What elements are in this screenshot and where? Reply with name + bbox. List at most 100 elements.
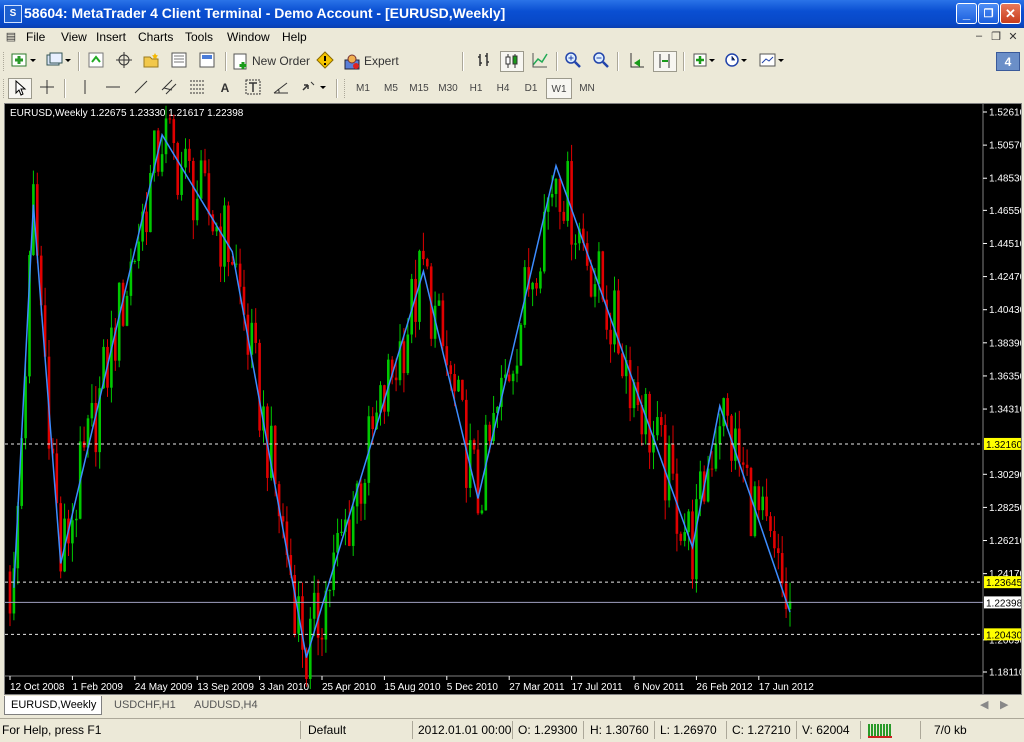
cursor-icon[interactable] (8, 78, 32, 99)
candle-body (437, 300, 441, 306)
status-divider (583, 721, 584, 739)
mdi-close-icon[interactable]: ✕ (1006, 30, 1020, 44)
zoom-in-icon[interactable] (562, 51, 584, 72)
menu-file[interactable]: File (26, 30, 45, 44)
candle-body (687, 511, 690, 533)
candle-body (340, 531, 343, 534)
menu-tools[interactable]: Tools (185, 30, 213, 44)
new-chart-icon[interactable] (8, 51, 38, 72)
timeframe-h1[interactable]: H1 (463, 78, 489, 99)
mdi-restore-icon[interactable]: ❐ (989, 30, 1003, 44)
y-tick-label: 1.30290 (989, 470, 1021, 481)
document-icon[interactable]: ▤ (4, 30, 18, 44)
arrows-icon[interactable] (298, 78, 328, 99)
chart-window[interactable]: EURUSD,Weekly 1.22675 1.23330 1.21617 1.… (4, 103, 1022, 695)
timeframe-w1[interactable]: W1 (546, 78, 572, 99)
candle-body (188, 148, 191, 161)
candle-body (667, 443, 671, 501)
tab-scroll-left-icon[interactable]: ◀ (980, 696, 994, 715)
maximize-button[interactable]: ❐ (978, 3, 999, 24)
candle-body (176, 143, 179, 195)
candle-body (293, 575, 296, 634)
candle-body (515, 365, 519, 374)
zoom-out-icon[interactable] (590, 51, 612, 72)
x-tick-label: 1 Feb 2009 (72, 682, 123, 693)
alert-icon[interactable] (314, 51, 336, 72)
menu-insert[interactable]: Insert (96, 30, 126, 44)
equidistant-channel-icon[interactable] (158, 78, 180, 99)
timeframe-m30[interactable]: M30 (434, 78, 462, 99)
timeframe-mn[interactable]: MN (574, 78, 600, 99)
candle-body (699, 471, 702, 500)
timeframe-h4[interactable]: H4 (490, 78, 516, 99)
templates-icon[interactable] (756, 51, 786, 72)
candle-body (550, 193, 554, 198)
status-divider (654, 721, 655, 739)
periods-icon[interactable] (722, 51, 750, 72)
text-tool-icon[interactable]: A (214, 78, 236, 99)
timeframe-m5[interactable]: M5 (378, 78, 404, 99)
candle-body (75, 518, 78, 521)
terminal-icon[interactable] (168, 51, 190, 72)
toolbar-separator (683, 52, 685, 71)
candle-body (184, 148, 187, 168)
chart-shift-icon[interactable] (653, 51, 677, 72)
toolbar-separator (556, 52, 558, 71)
price-chart[interactable]: EURUSD,Weekly 1.22675 1.23330 1.21617 1.… (5, 104, 1021, 694)
tab-scroll-right-icon[interactable]: ▶ (1000, 696, 1014, 715)
timeframe-d1[interactable]: D1 (518, 78, 544, 99)
candle-body (597, 251, 601, 285)
fibonacci-icon[interactable] (186, 78, 208, 99)
candle-body (480, 510, 484, 514)
trendline-icon[interactable] (130, 78, 152, 99)
candle-body (71, 520, 74, 544)
gann-icon[interactable] (270, 78, 292, 99)
vertical-line-icon[interactable] (74, 78, 96, 99)
auto-scroll-icon[interactable] (626, 51, 648, 72)
crosshair-tool-icon[interactable] (36, 78, 58, 99)
toolbar-grip (344, 79, 348, 98)
text-label-icon[interactable] (242, 78, 264, 99)
timeframe-m15[interactable]: M15 (405, 78, 433, 99)
candlestick-chart-icon[interactable] (500, 51, 524, 72)
price-tag-label: 1.22398 (986, 598, 1021, 609)
new-order-button[interactable]: New Order (232, 51, 310, 72)
badge-count[interactable]: 4 (996, 52, 1020, 71)
horizontal-line-icon[interactable] (102, 78, 124, 99)
window-titlebar: S 58604: MetaTrader 4 Client Terminal - … (0, 0, 1024, 28)
close-button[interactable]: ✕ (1000, 3, 1021, 24)
tab-eurusd-weekly[interactable]: EURUSD,Weekly (4, 696, 102, 715)
tab-usdchf-h1[interactable]: USDCHF,H1 (108, 696, 184, 715)
timeframe-m1[interactable]: M1 (350, 78, 376, 99)
status-open: O: 1.29300 (518, 723, 578, 737)
indicators-icon[interactable] (690, 51, 718, 72)
candle-body (145, 211, 148, 233)
menu-charts[interactable]: Charts (138, 30, 173, 44)
status-profile: Default (308, 723, 347, 737)
bar-chart-icon[interactable] (473, 51, 495, 72)
menu-help[interactable]: Help (282, 30, 307, 44)
line-chart-icon[interactable] (529, 51, 551, 72)
menu-window[interactable]: Window (227, 30, 270, 44)
candle-body (363, 482, 367, 504)
tester-icon[interactable] (196, 51, 218, 72)
candle-body (133, 260, 137, 262)
candle-body (593, 284, 597, 297)
mdi-minimize-icon[interactable]: – (972, 30, 986, 44)
candle-body (449, 365, 452, 375)
minimize-button[interactable]: _ (956, 3, 977, 24)
menu-view[interactable]: View (61, 30, 87, 44)
candle-body (472, 440, 476, 450)
candle-body (160, 154, 164, 172)
candle-body (741, 462, 745, 465)
status-low: L: 1.26970 (660, 723, 717, 737)
candle-body (574, 243, 577, 245)
expert-advisors-button[interactable]: Expert Advisors (342, 51, 447, 89)
navigator-icon[interactable] (140, 51, 162, 72)
market-watch-icon[interactable] (85, 51, 107, 72)
tab-audusd-h4[interactable]: AUDUSD,H4 (188, 696, 264, 715)
profiles-icon[interactable] (43, 51, 73, 72)
candle-body (238, 263, 242, 287)
status-divider (726, 721, 727, 739)
crosshair-icon[interactable] (113, 51, 135, 72)
